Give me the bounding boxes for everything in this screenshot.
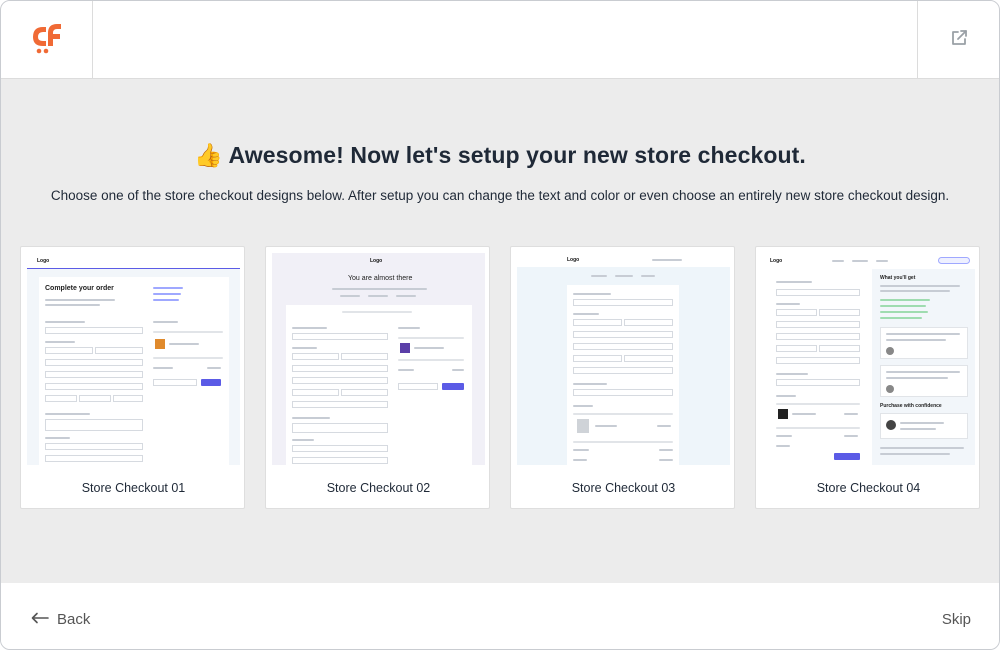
template-card-store-checkout-02[interactable]: Logo You are almost there Store Checkout… xyxy=(265,246,490,509)
template-card-store-checkout-03[interactable]: Logo Store Checkout 03 xyxy=(510,246,735,509)
onboarding-window: 👍 Awesome! Now let's setup your new stor… xyxy=(0,0,1000,650)
preview-side-title: What you'll get xyxy=(880,275,916,281)
template-name: Store Checkout 03 xyxy=(571,481,676,495)
skip-button[interactable]: Skip xyxy=(942,611,971,628)
page-title: 👍 Awesome! Now let's setup your new stor… xyxy=(1,142,999,169)
back-button[interactable]: Back xyxy=(31,611,90,628)
template-name: Store Checkout 02 xyxy=(326,481,431,495)
template-preview: Logo Complete your order xyxy=(27,253,240,465)
back-label: Back xyxy=(57,611,91,628)
template-card-store-checkout-01[interactable]: Logo Complete your order Store Checkout … xyxy=(20,246,245,509)
cartflows-logo-icon xyxy=(29,21,65,60)
thumbs-up-icon: 👍 xyxy=(194,142,223,168)
preview-title: Complete your order xyxy=(45,285,114,292)
page-subtitle: Choose one of the store checkout designs… xyxy=(50,188,950,203)
template-name: Store Checkout 01 xyxy=(81,481,186,495)
preview-logo: Logo xyxy=(770,258,783,264)
external-link-button[interactable] xyxy=(917,1,999,79)
preview-logo: Logo xyxy=(370,258,383,264)
template-preview: Logo xyxy=(517,253,730,465)
preview-logo: Logo xyxy=(567,257,580,263)
main-content: 👍 Awesome! Now let's setup your new stor… xyxy=(1,80,999,583)
external-link-icon xyxy=(949,28,969,53)
preview-title: You are almost there xyxy=(348,275,413,282)
template-name: Store Checkout 04 xyxy=(816,481,921,495)
template-preview: Logo You are almost there xyxy=(272,253,485,465)
footer: Back Skip xyxy=(1,583,999,649)
page-title-text: Awesome! Now let's setup your new store … xyxy=(228,142,806,168)
template-preview: Logo xyxy=(762,253,975,465)
header xyxy=(1,1,999,79)
arrow-left-icon xyxy=(31,611,49,628)
template-card-store-checkout-04[interactable]: Logo What you'll get Purchase with confi… xyxy=(755,246,980,509)
logo xyxy=(1,1,93,79)
preview-logo: Logo xyxy=(37,258,50,264)
preview-side-title-2: Purchase with confidence xyxy=(880,403,942,409)
